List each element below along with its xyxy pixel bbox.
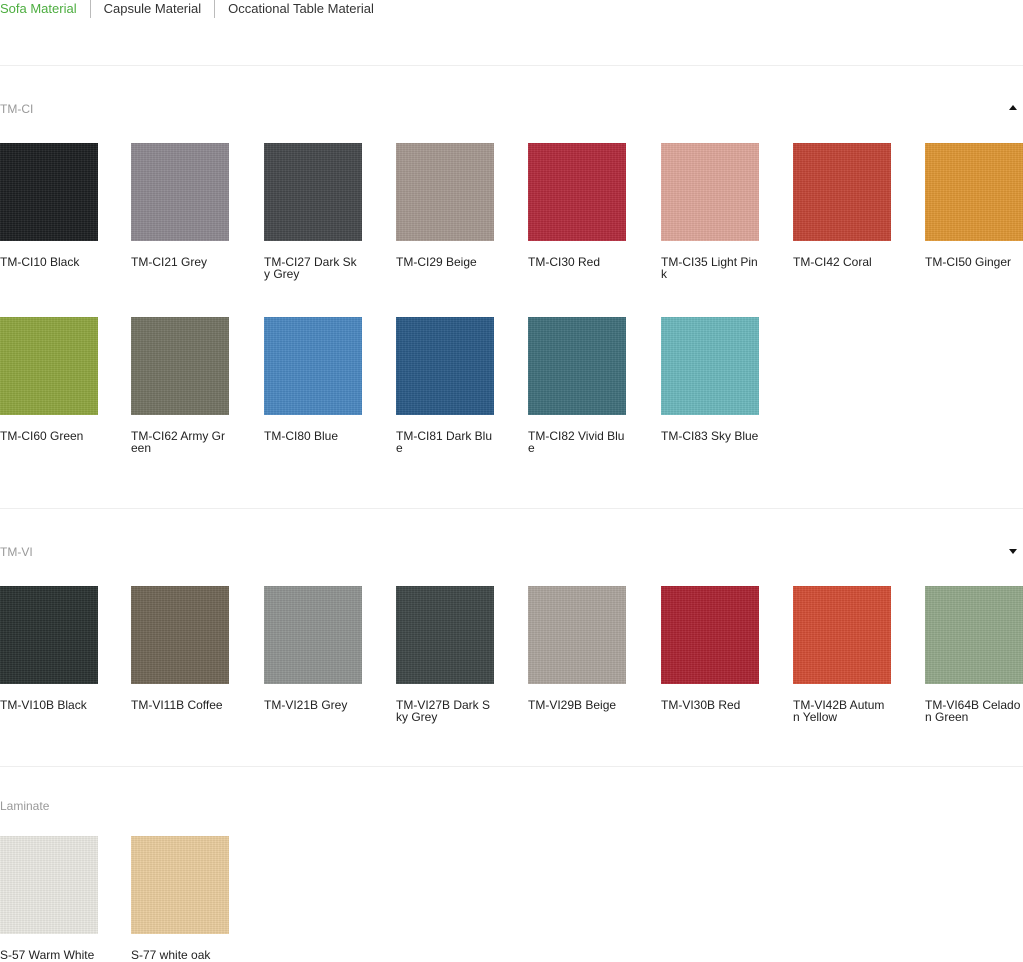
swatch-label: TM-CI82 Vivid Blue [528, 429, 625, 455]
section-divider-1 [0, 508, 1023, 509]
swatch-item[interactable]: TM-CI81 Dark Blue [396, 317, 494, 454]
swatch-label: TM-CI10 Black [0, 255, 80, 269]
tab-sofa-material[interactable]: Sofa Material [0, 0, 90, 18]
swatch-item[interactable]: TM-VI11B Coffee [131, 586, 229, 711]
section-divider-2 [0, 766, 1023, 767]
swatch-label: TM-CI27 Dark Sky Grey [264, 255, 357, 281]
tab-capsule-material[interactable]: Capsule Material [89, 0, 215, 18]
swatch-item[interactable]: TM-CI30 Red [528, 143, 626, 268]
swatch-color [0, 317, 98, 415]
swatch-item[interactable]: TM-VI27B Dark Sky Grey [396, 586, 494, 723]
swatch-color [264, 317, 362, 415]
swatch-color [396, 317, 494, 415]
swatch-item[interactable]: TM-CI10 Black [0, 143, 98, 268]
swatch-label: TM-CI50 Ginger [925, 255, 1012, 269]
swatch-label: TM-CI35 Light Pink [661, 255, 758, 281]
swatch-item[interactable]: TM-CI42 Coral [793, 143, 891, 268]
section-title-tm-vi: TM-VI [0, 545, 33, 559]
collapse-up-icon[interactable] [1009, 105, 1017, 110]
swatch-item[interactable]: TM-CI82 Vivid Blue [528, 317, 626, 454]
swatch-color [0, 836, 98, 934]
swatch-label: TM-CI83 Sky Blue [661, 429, 759, 443]
swatch-item[interactable]: TM-VI21B Grey [264, 586, 362, 711]
swatch-color [396, 143, 494, 241]
swatch-color [661, 317, 759, 415]
swatch-item[interactable]: TM-CI27 Dark Sky Grey [264, 143, 362, 280]
swatch-label: TM-VI29B Beige [528, 698, 617, 712]
swatch-color [793, 143, 891, 241]
swatch-label: TM-CI42 Coral [793, 255, 872, 269]
section-title-laminate: Laminate [0, 799, 50, 813]
swatch-label: TM-VI11B Coffee [131, 698, 223, 712]
swatch-label: TM-CI30 Red [528, 255, 601, 269]
tab-occational-table-material[interactable]: Occational Table Material [214, 0, 387, 18]
swatch-item[interactable]: TM-CI80 Blue [264, 317, 362, 442]
swatch-color [264, 586, 362, 684]
swatch-item[interactable]: TM-VI30B Red [661, 586, 759, 711]
swatch-label: TM-VI64B Celadon Green [925, 698, 1021, 724]
swatch-label: TM-VI21B Grey [264, 698, 348, 712]
swatch-color [793, 586, 891, 684]
header-divider [0, 65, 1023, 66]
swatch-label: TM-CI60 Green [0, 429, 84, 443]
swatch-label: TM-CI21 Grey [131, 255, 208, 269]
swatch-color [131, 317, 229, 415]
swatch-label: TM-CI62 Army Green [131, 429, 226, 455]
section-title-tm-ci: TM-CI [0, 102, 34, 116]
swatch-color [661, 586, 759, 684]
swatch-label: S-57 Warm White [0, 948, 95, 962]
swatch-color [131, 586, 229, 684]
swatch-item[interactable]: TM-VI64B Celadon Green [925, 586, 1023, 723]
swatch-item[interactable]: TM-CI21 Grey [131, 143, 229, 268]
swatch-label: TM-CI80 Blue [264, 429, 339, 443]
swatch-color [925, 143, 1023, 241]
swatch-item[interactable]: TM-CI83 Sky Blue [661, 317, 759, 442]
swatch-color [528, 586, 626, 684]
swatch-item[interactable]: TM-CI60 Green [0, 317, 98, 442]
swatch-color [131, 836, 229, 934]
swatch-item[interactable]: TM-CI50 Ginger [925, 143, 1023, 268]
swatch-label: TM-VI30B Red [661, 698, 741, 712]
swatch-color [264, 143, 362, 241]
material-tabs: Sofa Material Capsule Material Occationa… [0, 0, 387, 18]
swatch-color [661, 143, 759, 241]
swatch-label: TM-CI29 Beige [396, 255, 477, 269]
swatch-label: S-77 white oak [131, 948, 211, 962]
swatch-color [0, 143, 98, 241]
swatch-label: TM-VI42B Autumn Yellow [793, 698, 885, 724]
swatch-color [131, 143, 229, 241]
swatch-color [396, 586, 494, 684]
swatch-item[interactable]: S-57 Warm White [0, 836, 98, 961]
swatch-color [925, 586, 1023, 684]
swatch-item[interactable]: TM-VI29B Beige [528, 586, 626, 711]
swatch-color [528, 143, 626, 241]
swatch-item[interactable]: TM-CI35 Light Pink [661, 143, 759, 280]
swatch-label: TM-VI10B Black [0, 698, 87, 712]
swatch-item[interactable]: TM-VI42B Autumn Yellow [793, 586, 891, 723]
swatch-item[interactable]: TM-CI29 Beige [396, 143, 494, 268]
swatch-item[interactable]: S-77 white oak [131, 836, 229, 961]
swatch-label: TM-CI81 Dark Blue [396, 429, 493, 455]
swatch-item[interactable]: TM-VI10B Black [0, 586, 98, 711]
swatch-label: TM-VI27B Dark Sky Grey [396, 698, 491, 724]
expand-down-icon[interactable] [1009, 549, 1017, 554]
swatch-item[interactable]: TM-CI62 Army Green [131, 317, 229, 454]
swatch-color [528, 317, 626, 415]
swatch-color [0, 586, 98, 684]
